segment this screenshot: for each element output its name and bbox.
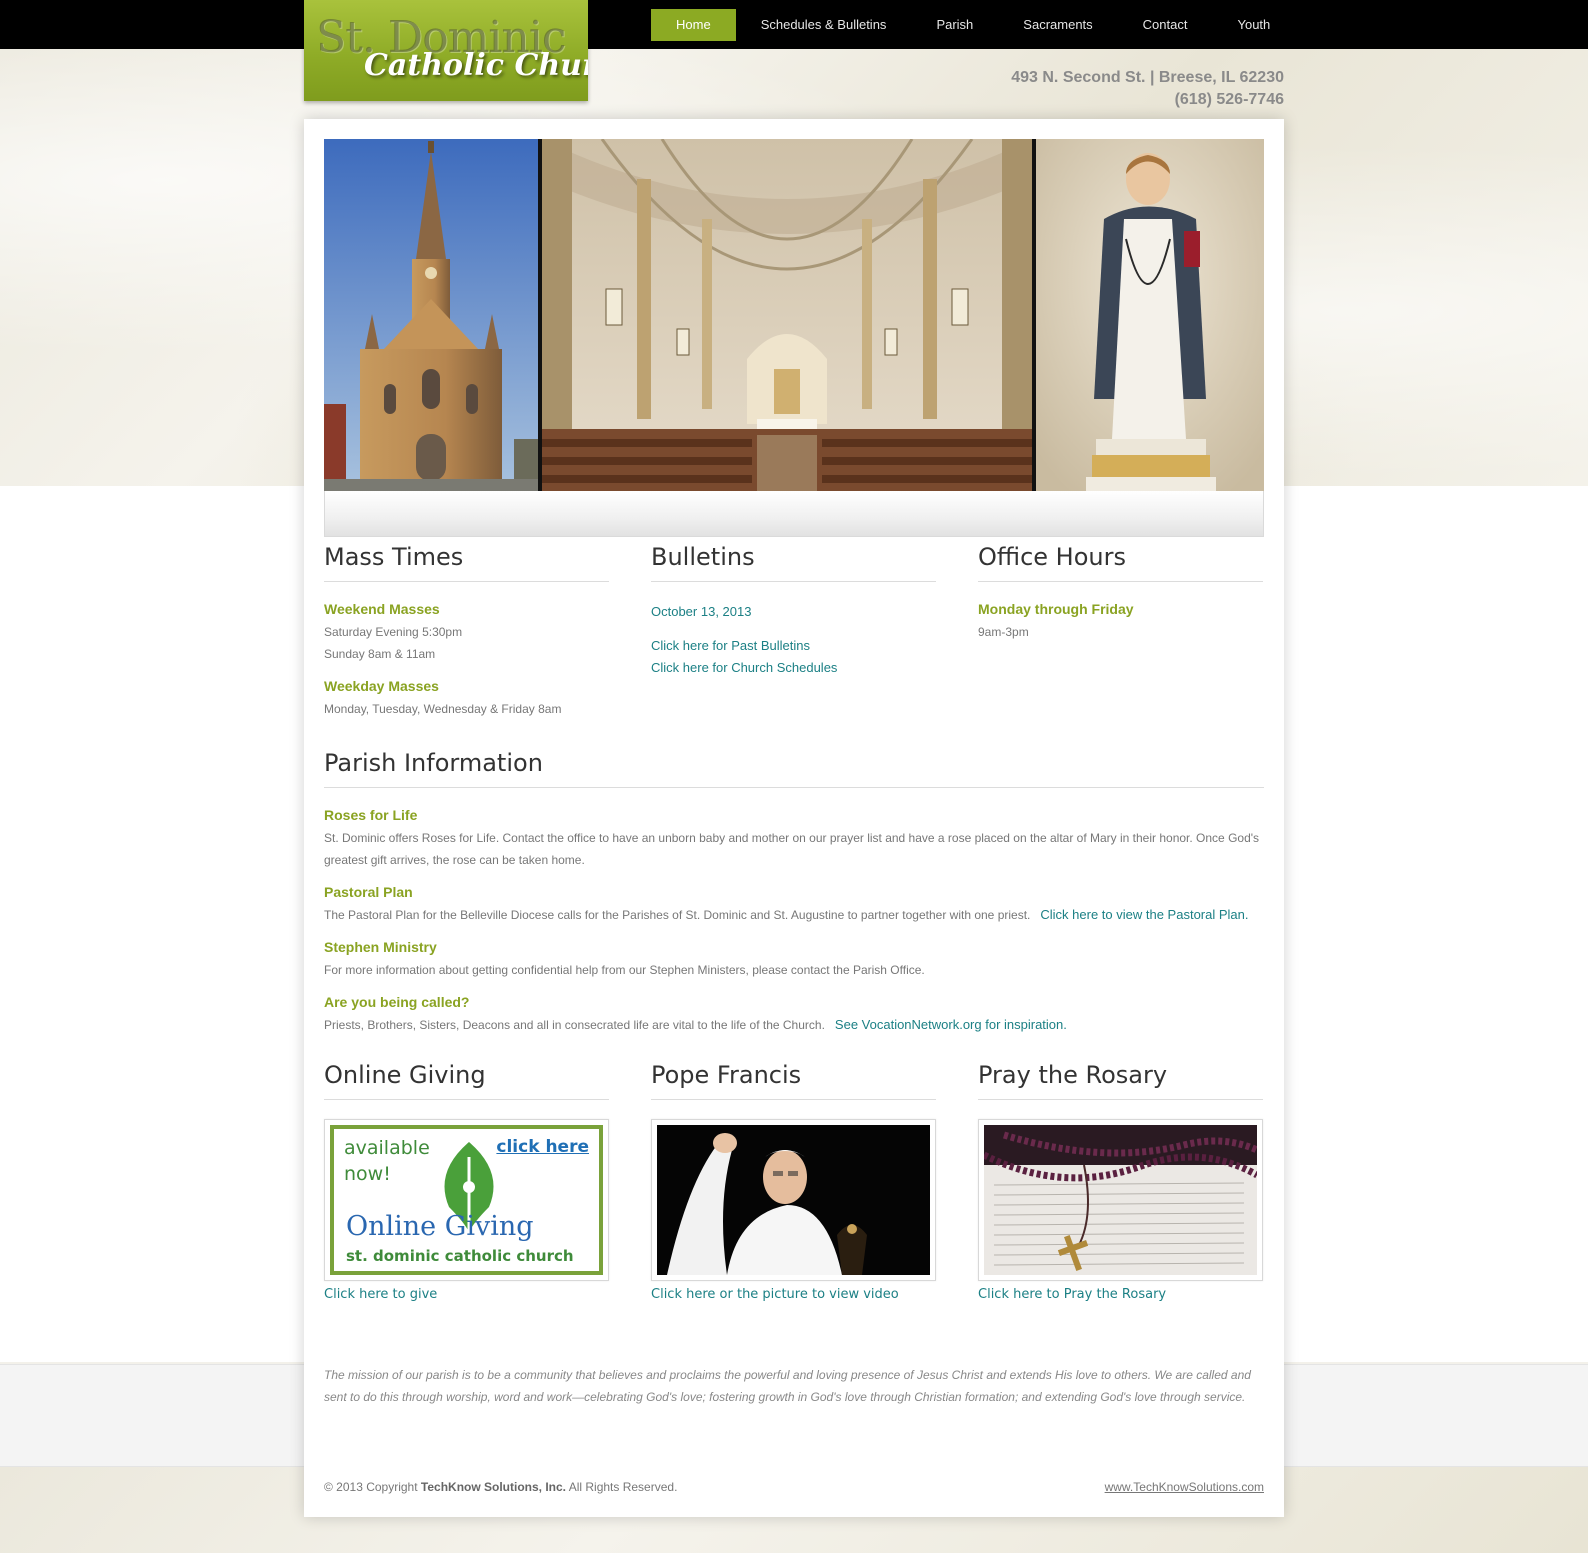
main-container: Mass Times Weekend Masses Saturday Eveni… [304, 119, 1284, 1517]
banner-online-text: Online [346, 1211, 437, 1242]
weekend-mass-sunday: Sunday 8am & 11am [324, 647, 436, 661]
nav-parish[interactable]: Parish [911, 9, 998, 41]
copyright-prefix: © 2013 Copyright [324, 1480, 421, 1494]
office-hours-time: 9am-3pm [978, 625, 1029, 639]
weekend-masses-heading: Weekend Masses [324, 601, 440, 617]
nav-home[interactable]: Home [651, 9, 736, 41]
hero-caption-bar [324, 491, 1264, 537]
techknow-site-link[interactable]: www.TechKnowSolutions.com [1105, 1480, 1264, 1494]
parish-item-text-row: Priests, Brothers, Sisters, Deacons and … [324, 1014, 1264, 1036]
logo-line2: Catholic Church [364, 48, 588, 83]
parish-item-text: The Pastoral Plan for the Belleville Dio… [324, 908, 1031, 922]
nav-youth[interactable]: Youth [1212, 9, 1295, 41]
nav-schedules-bulletins[interactable]: Schedules & Bulletins [736, 9, 912, 41]
parish-information-section: Parish Information Roses for Life St. Do… [324, 749, 1264, 1049]
parish-information-title: Parish Information [324, 749, 1264, 788]
copyright-suffix: All Rights Reserved. [566, 1480, 678, 1494]
online-giving-link[interactable]: Click here to give [324, 1287, 609, 1302]
pope-image [657, 1125, 930, 1275]
parish-item-pastoral-plan: Pastoral Plan The Pastoral Plan for the … [324, 884, 1264, 926]
banner-church-text: st. dominic catholic church [346, 1247, 574, 1265]
church-schedules-link[interactable]: Click here for Church Schedules [651, 657, 936, 679]
banner-giving-text: Giving [444, 1211, 534, 1242]
address-phone: (618) 526-7746 [1174, 91, 1284, 108]
church-exterior-image [324, 139, 538, 491]
office-hours-section: Office Hours Monday through Friday 9am-3… [978, 543, 1263, 643]
rosary-title: Pray the Rosary [978, 1061, 1263, 1100]
banner-now-text: now! [344, 1163, 391, 1185]
pope-francis-video-thumbnail[interactable] [651, 1119, 936, 1281]
online-giving-banner[interactable]: available now! click here Online Giving … [324, 1119, 609, 1281]
office-hours-days: Monday through Friday [978, 601, 1134, 617]
current-bulletin-link[interactable]: October 13, 2013 [651, 601, 936, 623]
rosary-image [984, 1125, 1257, 1275]
address-street: 493 N. Second St. | Breese, IL 62230 [1011, 69, 1284, 86]
weekday-mass-times: Monday, Tuesday, Wednesday & Friday 8am [324, 702, 562, 716]
vocation-network-link[interactable]: See VocationNetwork.org for inspiration. [835, 1017, 1067, 1032]
weekday-masses-heading: Weekday Masses [324, 678, 439, 694]
site-logo[interactable]: St. Dominic Catholic Church [304, 0, 588, 101]
parish-item-text: Priests, Brothers, Sisters, Deacons and … [324, 1018, 825, 1032]
rosary-link[interactable]: Click here to Pray the Rosary [978, 1287, 1263, 1302]
banner-available-text: available [344, 1137, 430, 1159]
nav-sacraments[interactable]: Sacraments [998, 9, 1117, 41]
contact-address: 493 N. Second St. | Breese, IL 62230 (61… [1011, 67, 1284, 111]
parish-item-stephen-ministry: Stephen Ministry For more information ab… [324, 939, 1264, 981]
parish-item-roses-for-life: Roses for Life St. Dominic offers Roses … [324, 807, 1264, 871]
pope-francis-video-link[interactable]: Click here or the picture to view video [651, 1287, 936, 1302]
bulletins-title: Bulletins [651, 543, 936, 582]
online-giving-section: Online Giving available now! click here … [324, 1061, 609, 1302]
weekend-mass-saturday: Saturday Evening 5:30pm [324, 625, 463, 639]
banner-click-here-text: click here [496, 1137, 589, 1157]
parish-item-heading: Pastoral Plan [324, 884, 413, 900]
pope-francis-title: Pope Francis [651, 1061, 936, 1100]
office-hours-title: Office Hours [978, 543, 1263, 582]
hero-slideshow[interactable] [324, 139, 1264, 491]
copyright-text: © 2013 Copyright TechKnow Solutions, Inc… [324, 1480, 677, 1494]
copyright-company: TechKnow Solutions, Inc. [420, 1480, 567, 1494]
rosary-section: Pray the Rosary Click here to Pray the R… [978, 1061, 1263, 1302]
saint-statue-image [1036, 139, 1264, 491]
bulletins-section: Bulletins October 13, 2013 Click here fo… [651, 543, 936, 679]
parish-item-heading: Stephen Ministry [324, 939, 437, 955]
rosary-image-link[interactable] [978, 1119, 1263, 1281]
past-bulletins-link[interactable]: Click here for Past Bulletins [651, 635, 936, 657]
parish-item-text: St. Dominic offers Roses for Life. Conta… [324, 831, 1260, 867]
parish-item-heading: Roses for Life [324, 807, 418, 823]
church-interior-image [542, 139, 1032, 491]
parish-item-text: For more information about getting confi… [324, 963, 925, 977]
online-giving-title: Online Giving [324, 1061, 609, 1100]
nav-contact[interactable]: Contact [1118, 9, 1213, 41]
mass-times-section: Mass Times Weekend Masses Saturday Eveni… [324, 543, 609, 720]
mass-times-title: Mass Times [324, 543, 609, 582]
main-nav: Home Schedules & Bulletins Parish Sacram… [651, 9, 1295, 41]
parish-item-heading: Are you being called? [324, 994, 470, 1010]
pope-francis-section: Pope Francis Click here or the picture t… [651, 1061, 936, 1302]
mission-statement: The mission of our parish is to be a com… [324, 1368, 1251, 1404]
pastoral-plan-link[interactable]: Click here to view the Pastoral Plan. [1040, 907, 1248, 922]
parish-item-text-row: The Pastoral Plan for the Belleville Dio… [324, 904, 1264, 926]
parish-item-vocations: Are you being called? Priests, Brothers,… [324, 994, 1264, 1036]
